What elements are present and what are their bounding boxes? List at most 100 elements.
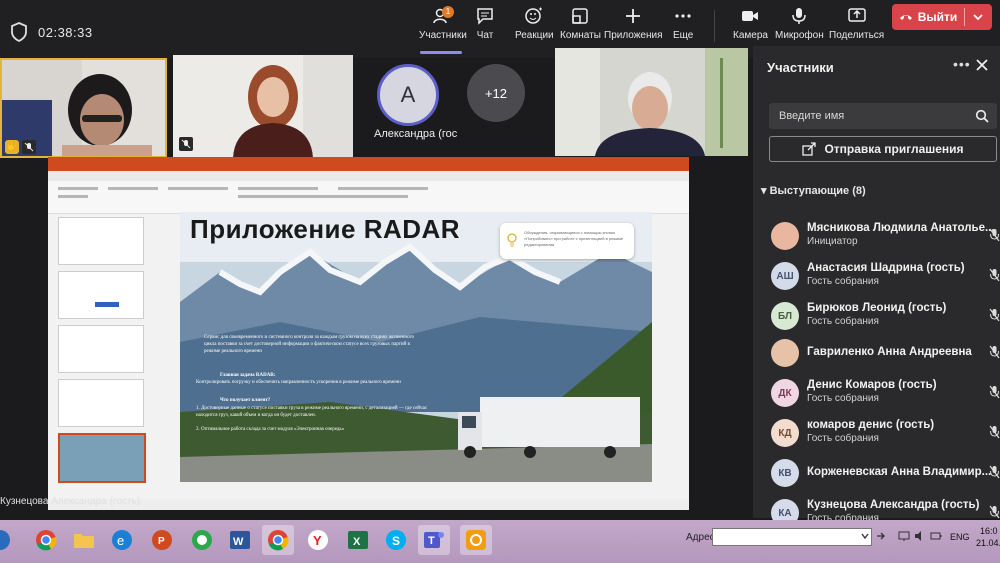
apps-label: Приложения [604,30,663,41]
participant-name-label: Александра (гос [374,128,458,140]
leave-label: Выйти [917,10,958,24]
slide-thumbnail[interactable] [58,271,144,319]
leave-button[interactable]: Выйти [892,4,992,30]
lightbulb-tip: Обсуждения, открывающиеся с помощью кноп… [500,223,634,259]
mic-off-icon [22,140,36,154]
arrow-right-icon[interactable] [876,531,886,541]
close-icon[interactable] [975,58,989,72]
address-label: Адрес [686,532,715,543]
excel-icon[interactable]: X [342,525,374,555]
participant-search-input[interactable]: Введите имя [769,103,997,129]
participant-role: Гость собрания [807,433,879,444]
video-tile-speaker[interactable]: ✋ [0,58,167,158]
send-invite-button[interactable]: Отправка приглашения [769,136,997,162]
ppt-statusbar [48,499,689,510]
language-indicator[interactable]: ENG [950,532,970,542]
participant-name: Гавриленко Анна Андреевна [807,346,972,358]
rooms-button[interactable]: Комнаты [560,6,601,52]
participant-row[interactable]: ДК Денис Комаров (гость) Гость собрания [771,377,1000,415]
hangup-icon [899,15,912,20]
participant-row[interactable]: АШ Анастасия Шадрина (гость) Гость собрани… [771,260,1000,298]
svg-text:S: S [392,534,400,548]
participant-name: Бирюков Леонид (гость) [807,302,947,314]
start-button[interactable] [0,525,10,555]
slide-thumbnail[interactable] [58,325,144,373]
video-tile-elder[interactable] [555,48,748,156]
clock-date[interactable]: 21.04.2 [976,538,1000,548]
participant-name: комаров денис (гость) [807,419,935,431]
speakers-section-header[interactable]: ▾ Выступающие (8) [761,184,866,197]
slide-title: Приложение RADAR [190,214,461,244]
participant-row[interactable]: КД комаров денис (гость) Гость собрания [771,417,1000,455]
svg-text:Y: Y [313,533,322,548]
toolbar-divider [714,10,715,42]
mic-off-icon [179,137,193,151]
yandex-icon[interactable]: Y [302,525,334,555]
more-participants-button[interactable]: +12 [467,64,525,122]
slide-thumbnail[interactable] [58,217,144,265]
slide-benefit-1: 1. Достоверные данные о статусе поставки… [196,406,428,418]
mic-off-icon [989,465,1000,479]
orange-app-icon[interactable] [460,525,492,555]
current-slide: Приложение RADAR Обсуждения, открывающие… [180,212,652,482]
participant-name: Мясникова Людмила Анатолье... [807,222,995,234]
powerpoint-icon[interactable]: P [146,525,178,555]
participant-name: Денис Комаров (гость) [807,379,937,391]
svg-text:X: X [353,536,361,548]
slide-thumbnail[interactable] [58,379,144,427]
chat-label: Чат [476,30,494,41]
clock-time[interactable]: 16:0 [980,526,998,536]
panel-more-icon[interactable]: ••• [953,56,971,72]
reactions-button[interactable]: Реакции [515,6,554,52]
participant-name: Кузнецова Александра (гость) [807,499,980,511]
ribbon-toolbar[interactable] [48,181,689,214]
shared-presentation[interactable]: Приложение RADAR Обсуждения, открывающие… [48,157,689,510]
participants-label: Участники [419,30,467,41]
participant-name: Анастасия Шадрина (гость) [807,262,965,274]
tip-text: Обсуждения, открывающиеся с помощью кноп… [524,230,624,247]
camera-icon [742,11,759,21]
folder-icon[interactable] [68,525,100,555]
avatar: АШ [771,262,799,290]
lightbulb-icon [507,233,517,247]
mic-off-icon [989,228,1000,242]
battery-icon[interactable] [930,530,942,542]
chrome-icon[interactable] [262,525,294,555]
participant-row[interactable]: КВ Корженевская Анна Владимир... [771,457,1000,495]
search-placeholder: Введите имя [779,110,845,122]
leave-divider [964,8,965,26]
svg-text:T: T [428,535,435,547]
word-icon[interactable]: W [224,525,256,555]
share-label: Поделиться [829,30,885,41]
more-button[interactable]: Еще [673,6,693,52]
share-icon [847,8,866,22]
participant-row[interactable]: Гавриленко Анна Андреевна [771,337,1000,375]
slide-thumbnails[interactable] [52,217,146,509]
active-tab-indicator [420,51,462,54]
participant-video [555,48,748,156]
panel-title: Участники [767,60,834,75]
chevron-down-icon[interactable] [860,531,870,541]
chevron-down-icon[interactable] [970,9,986,25]
teams-icon[interactable]: T [418,525,450,555]
participant-row[interactable]: Мясникова Людмила Анатолье... Инициатор [771,220,1000,258]
address-input[interactable] [712,528,872,546]
apps-button[interactable]: Приложения [604,6,663,52]
skype-icon[interactable]: S [380,525,412,555]
participant-avatar[interactable]: A [377,64,439,126]
video-tile-woman[interactable] [173,55,353,158]
green-app-icon[interactable] [186,525,218,555]
participant-row[interactable]: БЛ Бирюков Леонид (гость) Гость собрания [771,300,1000,338]
leave-main[interactable]: Выйти [892,4,964,30]
chrome-icon[interactable] [30,525,62,555]
section-label: Выступающие (8) [769,185,866,197]
chat-button[interactable]: Чат [475,6,495,52]
ribbon-tabs[interactable] [48,171,689,181]
mic-off-icon [989,385,1000,399]
slide-thumbnail-selected[interactable] [58,433,146,483]
network-icon[interactable] [898,530,910,542]
avatar: КД [771,419,799,447]
mic-off-icon [989,268,1000,282]
edge-icon[interactable]: e [106,525,138,555]
speaker-icon[interactable] [914,530,926,542]
